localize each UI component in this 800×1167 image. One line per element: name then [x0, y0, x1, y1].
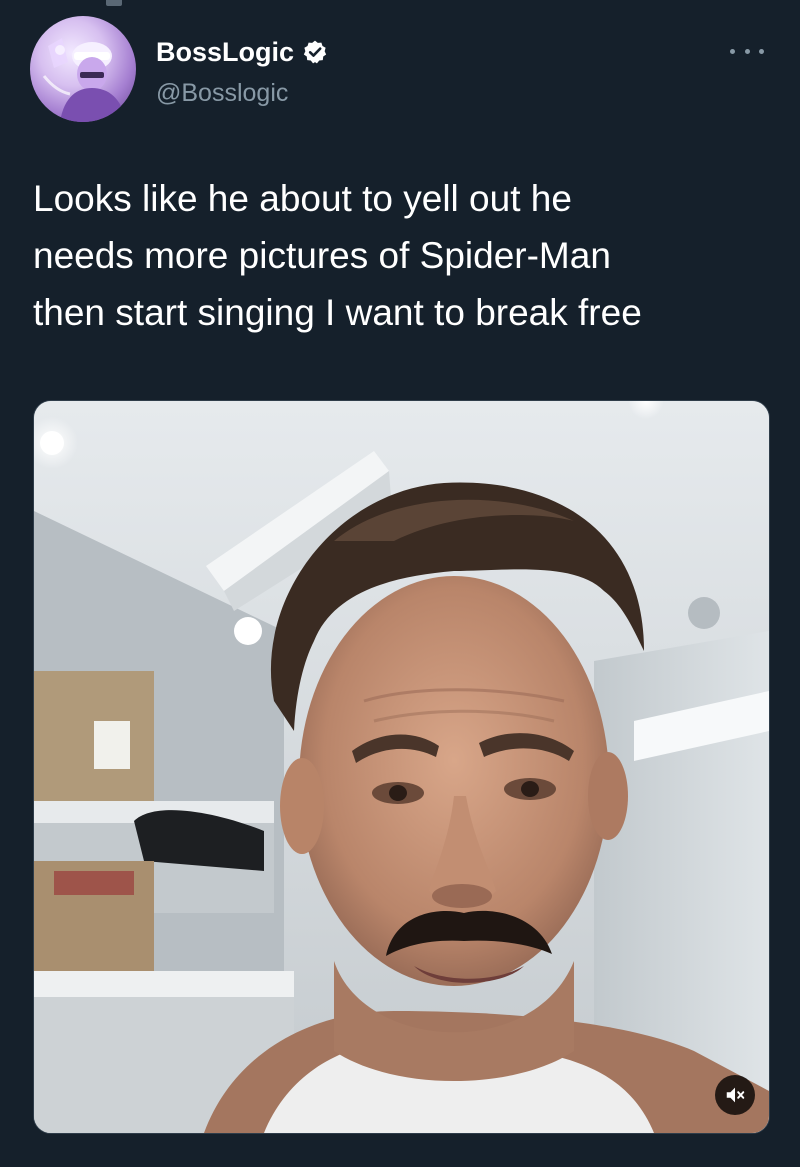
more-options-icon[interactable] — [730, 44, 764, 58]
avatar[interactable] — [30, 16, 136, 122]
speaker-muted-icon — [726, 1087, 745, 1103]
mute-toggle-button[interactable] — [715, 1075, 755, 1115]
tweet-text: Looks like he about to yell out he needs… — [33, 178, 642, 333]
tweet-video[interactable] — [33, 400, 770, 1134]
dot — [730, 48, 735, 54]
dot — [759, 48, 764, 54]
author-handle[interactable]: @Bosslogic — [156, 78, 288, 108]
video-frame-illustration — [34, 401, 769, 1133]
tweet-header: BossLogic @Bosslogic — [30, 16, 770, 126]
author-display-name[interactable]: BossLogic — [156, 36, 328, 68]
drag-handle — [106, 0, 122, 6]
author-name-text: BossLogic — [156, 37, 295, 67]
avatar-illustration — [42, 38, 126, 122]
dot — [744, 48, 750, 54]
verified-badge-icon — [303, 40, 327, 64]
